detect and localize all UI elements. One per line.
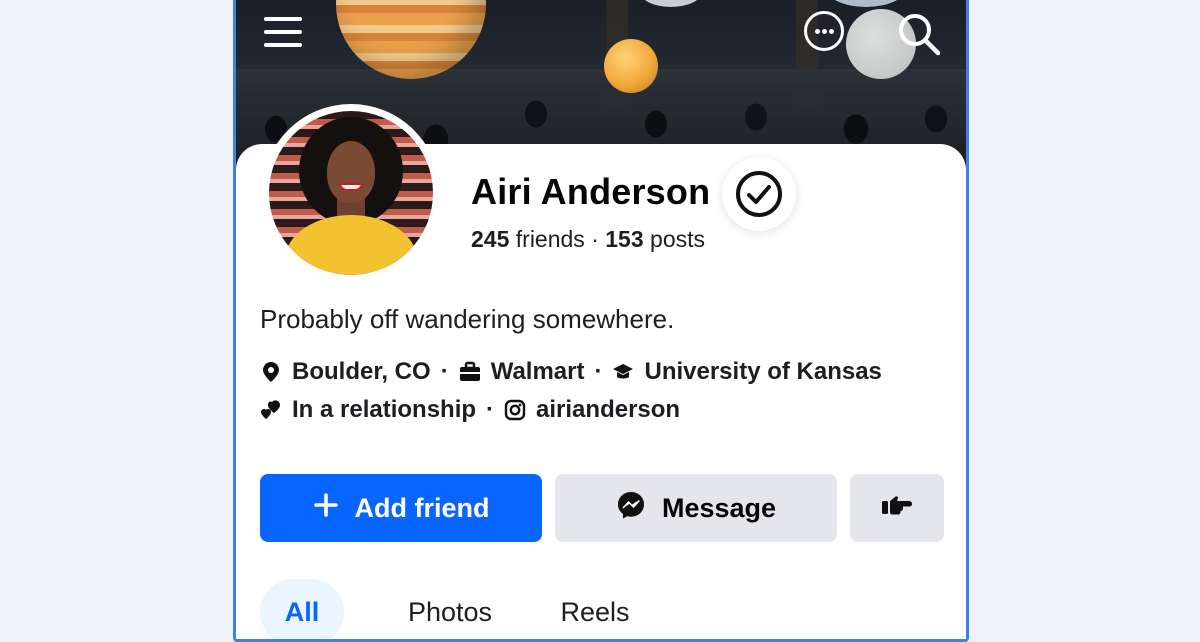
details-separator: · — [486, 396, 495, 423]
stats-separator: · — [591, 226, 599, 252]
posts-label: posts — [650, 226, 706, 252]
profile-photo — [269, 111, 433, 275]
cover-planet-blue — [826, 0, 906, 7]
friends-label[interactable]: friends — [516, 226, 585, 252]
tab-photos[interactable]: Photos — [380, 579, 520, 639]
profile-bio: Probably off wandering somewhere. — [260, 304, 675, 334]
verified-check-icon[interactable] — [722, 157, 796, 231]
tab-reels[interactable]: Reels — [540, 579, 650, 639]
relationship-text: In a relationship — [292, 396, 477, 423]
details-separator: · — [440, 358, 449, 385]
cover-planet-orange — [604, 39, 658, 93]
instagram-icon — [504, 399, 526, 421]
profile-details-row: In a relationship · airianderson — [260, 396, 680, 424]
details-separator: · — [594, 358, 603, 385]
location-pin-icon — [260, 361, 282, 383]
plus-icon — [313, 492, 339, 525]
education-text[interactable]: University of Kansas — [644, 358, 881, 386]
poke-button[interactable] — [850, 474, 944, 542]
cover-planet-white — [641, 0, 701, 7]
profile-details-row: Boulder, CO · Walmart · University of Ka… — [260, 358, 882, 386]
briefcase-icon — [459, 361, 481, 383]
graduation-cap-icon — [612, 361, 634, 383]
hamburger-menu-icon[interactable] — [262, 13, 304, 53]
hearts-icon — [260, 399, 282, 421]
more-horizontal-icon[interactable] — [804, 11, 844, 51]
work-text[interactable]: Walmart — [491, 358, 585, 386]
cover-planet-jupiter — [336, 0, 486, 79]
location-text: Boulder, CO — [292, 358, 431, 385]
tab-all[interactable]: All — [260, 579, 344, 639]
messenger-icon — [616, 490, 646, 527]
add-friend-label: Add friend — [354, 492, 490, 523]
profile-screen: Airi Anderson 245 friends · 153 posts Pr… — [233, 0, 969, 642]
message-button[interactable]: Message — [555, 474, 837, 542]
avatar[interactable] — [262, 104, 440, 282]
add-friend-button[interactable]: Add friend — [260, 474, 542, 542]
profile-stats: 245 friends · 153 posts — [471, 226, 705, 253]
poke-hand-icon — [881, 493, 913, 524]
posts-count: 153 — [605, 226, 644, 252]
search-icon[interactable] — [896, 11, 942, 57]
friends-count: 245 — [471, 226, 510, 252]
profile-name: Airi Anderson — [471, 171, 711, 212]
instagram-text[interactable]: airianderson — [536, 396, 680, 424]
message-label: Message — [661, 492, 777, 523]
